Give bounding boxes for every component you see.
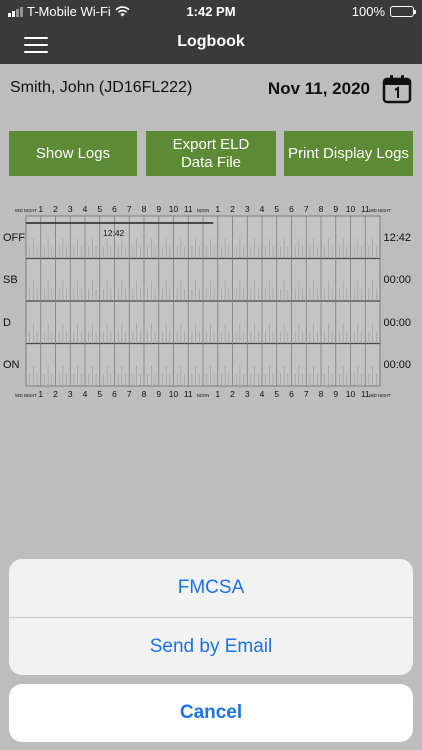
- hour-label-bottom: 9: [333, 389, 338, 399]
- total-off: 12:42: [383, 232, 411, 244]
- hour-label-top: 10: [169, 204, 179, 214]
- hour-label-bottom: 6: [289, 389, 294, 399]
- hour-label-top: 10: [346, 204, 356, 214]
- row-label-sb: SB: [3, 274, 18, 286]
- status-bar: T-Mobile Wi-Fi 1:42 PM 100%: [0, 0, 422, 22]
- hour-label-bottom: 7: [127, 389, 132, 399]
- hour-label-top: 5: [274, 204, 279, 214]
- hour-label-bottom: 11: [184, 389, 193, 399]
- hour-label-bottom: 3: [68, 389, 73, 399]
- hour-label-top: 3: [245, 204, 250, 214]
- hour-label-top: 5: [97, 204, 102, 214]
- hour-label-bottom: MID NIGHT: [369, 393, 391, 398]
- hour-label-top: MID NIGHT: [369, 208, 391, 213]
- hour-label-bottom: 3: [245, 389, 250, 399]
- log-actions: Show Logs Export ELD Data File Print Disp…: [9, 131, 413, 176]
- show-logs-button[interactable]: Show Logs: [9, 131, 137, 176]
- action-sheet: FMCSA Send by Email: [9, 559, 413, 675]
- log-date[interactable]: Nov 11, 2020: [268, 79, 370, 99]
- hour-label-bottom: 1: [38, 389, 43, 399]
- cancel-button[interactable]: Cancel: [9, 684, 413, 742]
- hour-label-top: NOON: [197, 208, 210, 213]
- hour-label-top: 8: [319, 204, 324, 214]
- hour-label-bottom: 8: [142, 389, 147, 399]
- hour-label-bottom: 2: [53, 389, 58, 399]
- total-sb: 00:00: [383, 274, 411, 286]
- hour-label-bottom: 4: [260, 389, 265, 399]
- hour-label-bottom: 5: [97, 389, 102, 399]
- export-eld-line2: Data File: [180, 153, 241, 171]
- hour-label-top: 1: [38, 204, 43, 214]
- send-by-email-option[interactable]: Send by Email: [9, 617, 413, 675]
- hour-label-bottom: 6: [112, 389, 117, 399]
- duty-status-label: 12:42: [103, 228, 125, 238]
- hour-label-top: 7: [127, 204, 132, 214]
- hour-label-top: 4: [83, 204, 88, 214]
- hour-label-bottom: MID NIGHT: [15, 393, 37, 398]
- hour-label-bottom: 10: [346, 389, 356, 399]
- hour-label-bottom: 2: [230, 389, 235, 399]
- hour-label-bottom: 7: [304, 389, 309, 399]
- row-label-d: D: [3, 317, 11, 329]
- nav-bar: Logbook: [0, 22, 422, 64]
- row-label-on: ON: [3, 359, 20, 371]
- page-title: Logbook: [177, 33, 245, 50]
- hour-label-top: 9: [156, 204, 161, 214]
- hour-label-bottom: 4: [83, 389, 88, 399]
- export-eld-button[interactable]: Export ELD Data File: [146, 131, 276, 176]
- total-d: 00:00: [383, 317, 411, 329]
- hour-label-top: 8: [142, 204, 147, 214]
- hour-label-top: 4: [260, 204, 265, 214]
- log-grid: MID NIGHT MID NIGHT 1 1 2 2 3 3 4 4 5 5 6 6 7 7 8 8 9 9 10 10…: [0, 200, 422, 400]
- calendar-icon[interactable]: [382, 74, 412, 104]
- row-label-off: OFF: [3, 232, 25, 244]
- hour-label-top: 9: [333, 204, 338, 214]
- hour-label-bottom: 10: [169, 389, 179, 399]
- hour-label-bottom: 1: [215, 389, 220, 399]
- print-display-logs-button[interactable]: Print Display Logs: [284, 131, 413, 176]
- hour-label-top: 2: [53, 204, 58, 214]
- hour-label-bottom: 5: [274, 389, 279, 399]
- driver-name: Smith, John (JD16FL222): [10, 79, 193, 96]
- hour-label-top: MID NIGHT: [15, 208, 37, 213]
- hour-label-top: 1: [215, 204, 220, 214]
- total-on: 00:00: [383, 359, 411, 371]
- hour-label-bottom: 8: [319, 389, 324, 399]
- hour-label-top: 6: [289, 204, 294, 214]
- log-grid-chart: MID NIGHTMID NIGHT1122334455667788991010…: [15, 204, 391, 399]
- battery-percent: 100%: [351, 4, 385, 19]
- hour-label-top: 7: [304, 204, 309, 214]
- export-eld-line1: Export ELD: [172, 135, 250, 153]
- hour-label-top: 2: [230, 204, 235, 214]
- fmcsa-option[interactable]: FMCSA: [9, 559, 413, 617]
- hour-label-bottom: NOON: [197, 393, 210, 398]
- hour-label-top: 3: [68, 204, 73, 214]
- hour-label-top: 6: [112, 204, 117, 214]
- hour-label-top: 11: [184, 204, 193, 214]
- battery-icon: [390, 6, 416, 17]
- hour-label-bottom: 9: [156, 389, 161, 399]
